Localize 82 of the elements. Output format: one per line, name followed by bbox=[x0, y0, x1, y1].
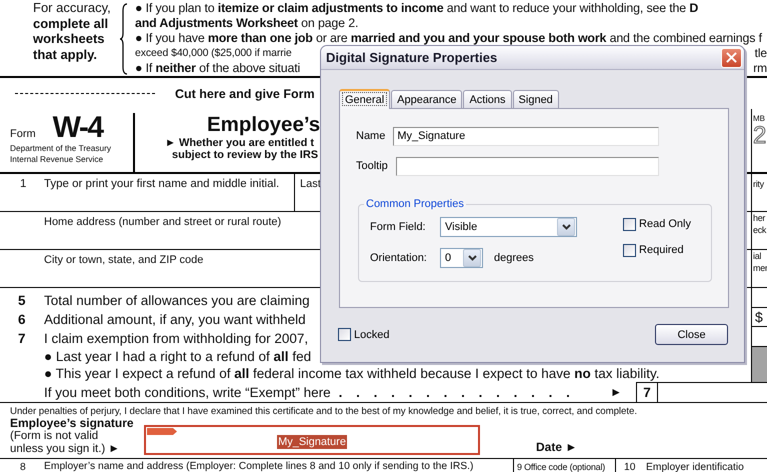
signature-text: My_Signature bbox=[277, 435, 347, 449]
arrow-mark: ► bbox=[610, 385, 622, 399]
checkbox[interactable] bbox=[338, 328, 351, 341]
instruction-text: ● If you have more than one job or are married and you and your spouse both work and the combined earnings f bbox=[135, 31, 762, 45]
line-number: 7 bbox=[636, 382, 658, 402]
declaration-text: Under penalties of perjury, I declare that I have examined this certificate and to the best of my knowledge and belief, it is true, correct, and complete. bbox=[9, 405, 638, 417]
instruction-text: ● If neither of the above situati bbox=[135, 61, 300, 76]
clipped-text: eck bbox=[753, 224, 767, 236]
unit-label: degrees bbox=[494, 252, 534, 264]
checkbox-label[interactable]: Required bbox=[639, 244, 684, 256]
shaded-area bbox=[752, 346, 767, 382]
dropdown[interactable]: Visible bbox=[440, 216, 577, 236]
agency-text: Department of the Treasury bbox=[10, 143, 112, 154]
tab[interactable]: Signed bbox=[512, 90, 559, 108]
form-label: Form bbox=[10, 128, 36, 140]
cut-instruction: Cut here and give Form bbox=[175, 86, 315, 100]
field-label: Employer’s name and address (Employer: Complete lines 8 and 10 only if sending to the IRS.) bbox=[44, 459, 514, 472]
field-label: Employer identificatio bbox=[646, 462, 744, 472]
item-text: Additional amount, if any, you want withheld bbox=[44, 312, 306, 328]
subtitle-text: ► Whether you are entitled t bbox=[165, 137, 316, 149]
window-title: Digital Signature Properties bbox=[326, 50, 498, 65]
dropdown[interactable]: 0 bbox=[440, 248, 483, 268]
tab[interactable]: Actions bbox=[463, 90, 512, 108]
checkbox[interactable] bbox=[623, 244, 636, 256]
item-text: I claim exemption from withholding for 2007, bbox=[44, 331, 308, 346]
clipped-text: tle bbox=[754, 46, 767, 60]
omb-label: MB bbox=[753, 114, 766, 123]
date-label: Date ► bbox=[536, 440, 578, 454]
signature-label: Employee’s signature bbox=[10, 417, 135, 430]
item-text: Total number of allowances you are claiming bbox=[44, 293, 310, 308]
clipped-text: mer bbox=[753, 262, 767, 274]
agency-text: Internal Revenue Service bbox=[10, 154, 104, 165]
line-number: 10 bbox=[623, 462, 636, 472]
flag-icon bbox=[147, 428, 177, 435]
signature-note: unless you sign it.) ► bbox=[10, 443, 121, 456]
checkbox[interactable] bbox=[623, 218, 636, 230]
form-number: W-4 bbox=[52, 113, 103, 143]
intro-note: For accuracy, complete all worksheets that apply. bbox=[33, 0, 112, 64]
field-label: Orientation: bbox=[370, 252, 428, 264]
field-label: Name bbox=[356, 130, 386, 142]
clipped-text: her bbox=[753, 212, 766, 224]
currency-sign: $ bbox=[755, 308, 763, 325]
subtitle-text: subject to review by the IRS bbox=[172, 149, 320, 161]
field-label: Type or print your first name and middle initial. bbox=[44, 177, 280, 192]
exempt-prompt: If you meet both conditions, write “Exempt” here bbox=[44, 384, 331, 400]
line-number: 6 bbox=[17, 312, 27, 328]
instruction-text: ● If you plan to itemize or claim adjustments to income and want to reduce your withholding, see the D bbox=[135, 0, 698, 15]
close-button[interactable]: Close bbox=[655, 324, 728, 345]
year-digit: 2 bbox=[753, 123, 767, 149]
chevron-icon bbox=[468, 254, 476, 260]
group-title: Common Properties bbox=[365, 198, 465, 210]
field-label: Home address (number and street or rural route) bbox=[44, 216, 282, 228]
instruction-text: exceed $40,000 ($25,000 if marrie bbox=[135, 47, 292, 60]
close-icon bbox=[726, 52, 737, 63]
signature-field[interactable]: My_Signature bbox=[144, 425, 480, 455]
field-label: City or town, state, and ZIP code bbox=[44, 254, 204, 266]
chevron-icon bbox=[562, 224, 570, 230]
field-label: Last bbox=[300, 178, 321, 190]
clipped-text: rity bbox=[753, 178, 765, 190]
curly-brace-icon bbox=[119, 3, 129, 75]
line-number: 8 bbox=[19, 462, 27, 472]
line-number: 1 bbox=[19, 177, 28, 192]
line-number: 5 bbox=[17, 293, 27, 308]
clipped-text: rm bbox=[753, 61, 767, 76]
form-title: Employee’s bbox=[207, 113, 320, 137]
condition-text: ● This year I expect a refund of all federal income tax withheld because I expect to have no tax liability. bbox=[44, 366, 660, 382]
field-label: 9 Office code (optional) bbox=[514, 459, 616, 472]
field-label: Form Field: bbox=[370, 220, 427, 232]
checkbox-label[interactable]: Read Only bbox=[639, 218, 691, 230]
condition-text: ● Last year I had a right to a refund of all fed bbox=[44, 349, 312, 364]
window-close-button[interactable] bbox=[721, 48, 742, 68]
line-number: 7 bbox=[17, 331, 27, 346]
checkbox-label[interactable]: Locked bbox=[354, 328, 390, 340]
clipped-text: ial bbox=[753, 250, 762, 262]
tab[interactable]: General bbox=[339, 89, 390, 109]
signature-note: (Form is not valid bbox=[10, 430, 100, 443]
field-label: Tooltip bbox=[356, 160, 388, 172]
text-field[interactable]: My_Signature bbox=[393, 126, 659, 146]
dot-leader: . . . . . . . . . . . . . . bbox=[338, 384, 570, 400]
tab[interactable]: Appearance bbox=[391, 90, 462, 108]
text-field[interactable] bbox=[396, 156, 659, 176]
instruction-text: and Adjustments Worksheet on page 2. bbox=[135, 16, 358, 30]
